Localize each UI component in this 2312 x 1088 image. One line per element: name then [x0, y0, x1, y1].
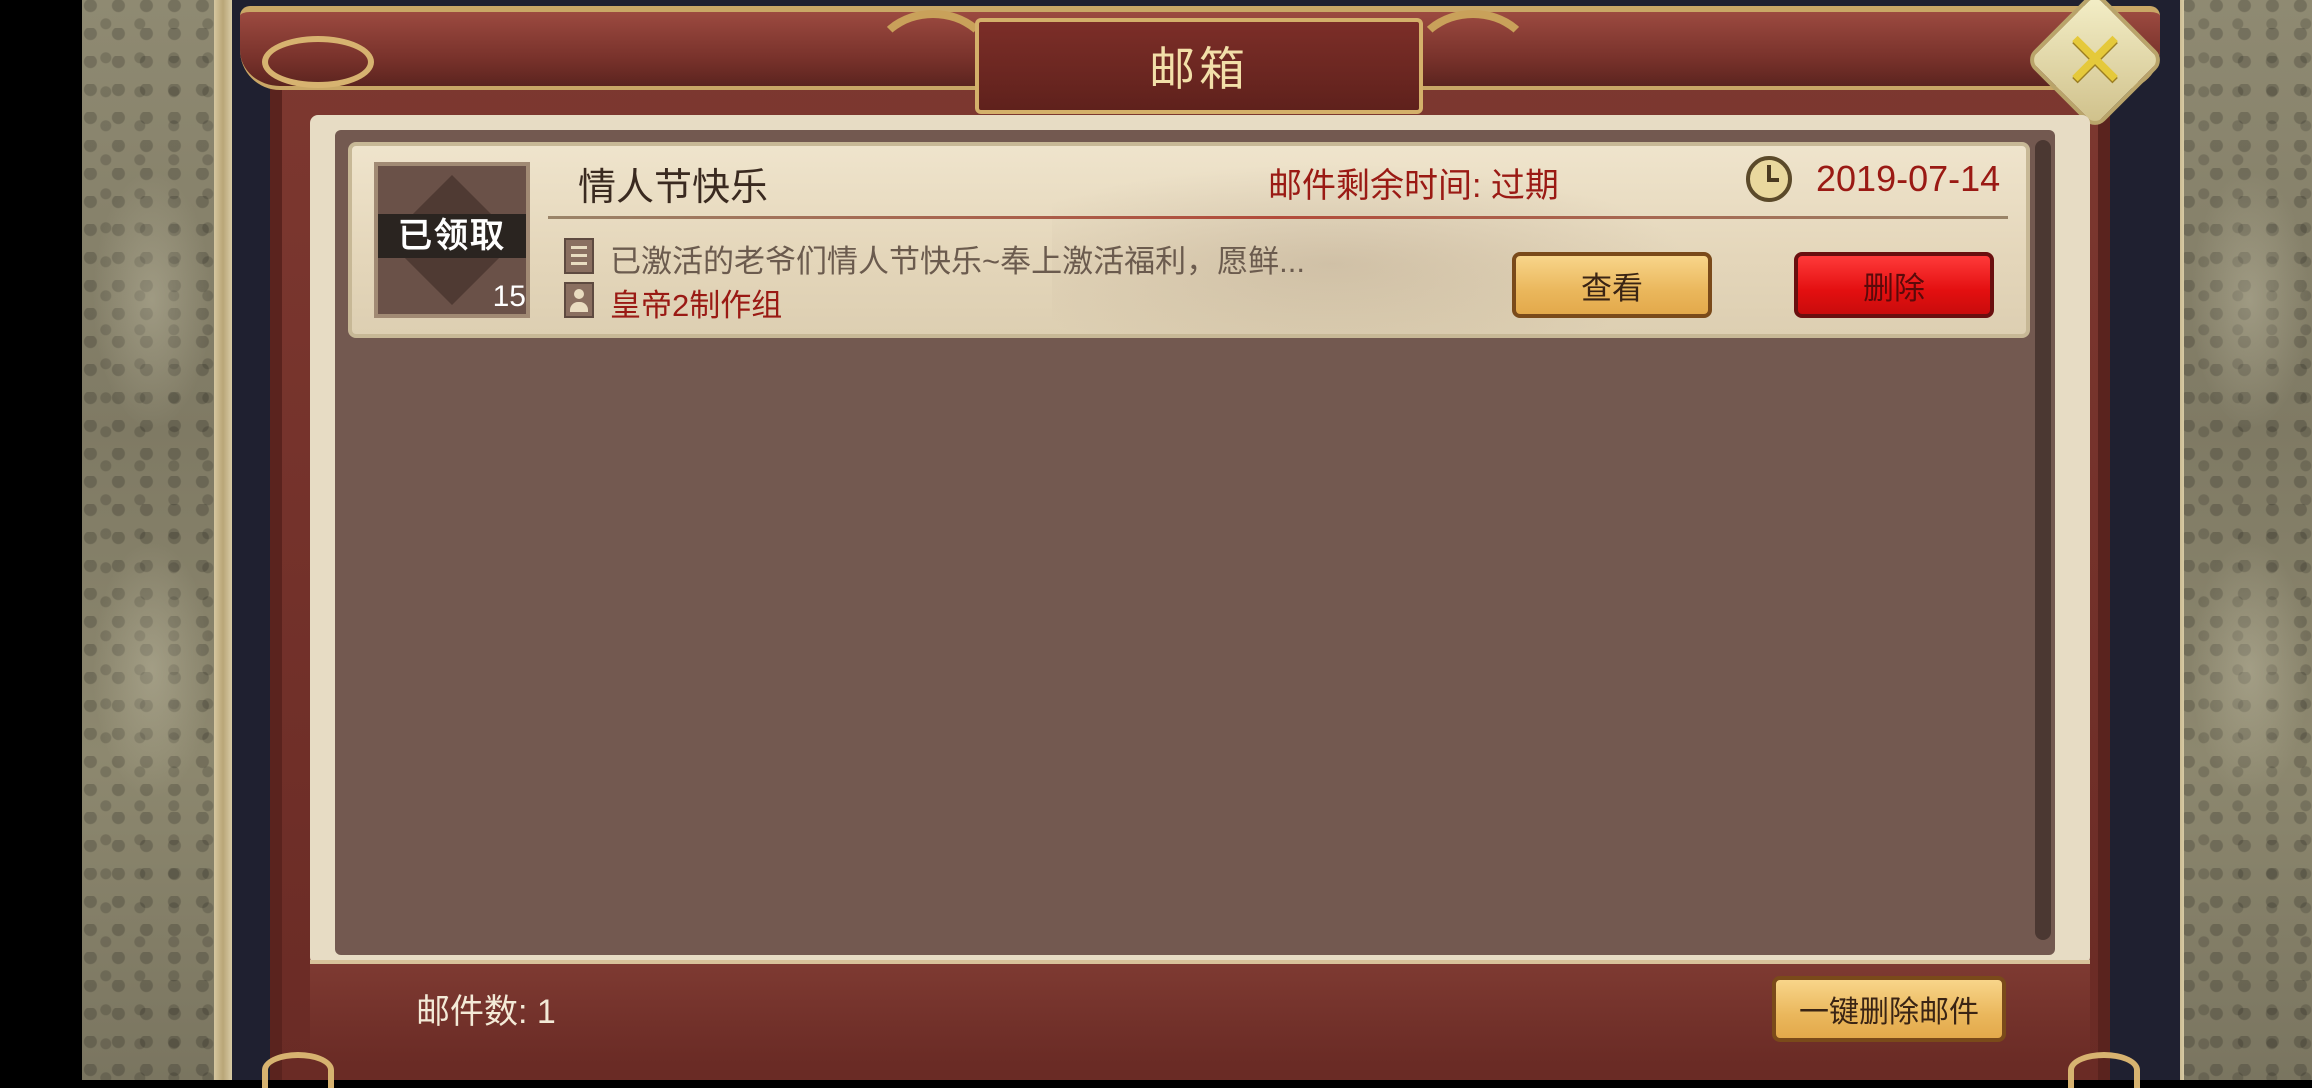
title-divider — [548, 216, 2008, 219]
mail-sender: 皇帝2制作组 — [610, 288, 783, 323]
corner-ornament — [262, 1052, 334, 1088]
right-ornament-wall — [2180, 0, 2312, 1080]
left-ornament-wall — [82, 0, 232, 1080]
close-icon: ✕ — [2062, 15, 2128, 104]
left-pillar — [214, 0, 232, 1080]
dialog-title-plate: 邮箱 — [975, 18, 1423, 114]
mail-count-value: 1 — [536, 993, 556, 1031]
delete-all-label: 一键删除邮件 — [1799, 996, 1979, 1029]
dragon-relief — [2190, 540, 2310, 800]
mail-expire-status: 邮件剩余时间: 过期 — [1268, 158, 1559, 207]
view-button[interactable]: 查看 — [1512, 252, 1712, 318]
view-button-label: 查看 — [1581, 270, 1643, 306]
delete-button[interactable]: 删除 — [1794, 252, 1994, 318]
dragon-relief — [92, 170, 212, 430]
clock-icon — [1746, 156, 1792, 202]
dragon-relief — [92, 540, 212, 800]
roof-curl-ornament — [262, 36, 374, 88]
mail-list-scrollbar[interactable] — [2035, 140, 2051, 940]
mail-preview: 已激活的老爷们情人节快乐~奉上激活福利，愿鲜... — [610, 244, 1305, 279]
mail-date: 2019-07-14 — [1816, 158, 2001, 199]
attachment-count: 15 — [492, 280, 526, 313]
mail-count-label: 邮件数: — [416, 993, 528, 1031]
expire-label: 邮件剩余时间: — [1268, 167, 1482, 205]
sender-icon — [564, 282, 594, 318]
delete-all-mail-button[interactable]: 一键删除邮件 — [1772, 976, 2006, 1042]
corner-ornament — [2068, 1052, 2140, 1088]
mail-count: 邮件数: 1 — [416, 984, 556, 1033]
delete-button-label: 删除 — [1863, 270, 1925, 306]
document-icon — [564, 238, 594, 274]
mail-item[interactable]: 已领取 15 情人节快乐 邮件剩余时间: 过期 2019-07-14 已激活的老… — [348, 142, 2030, 338]
dialog-title: 邮箱 — [1149, 43, 1249, 95]
mail-title: 情人节快乐 — [578, 167, 769, 209]
expire-value: 过期 — [1490, 167, 1559, 205]
title-hook-ornament — [1410, 10, 1536, 116]
dragon-relief — [2190, 170, 2310, 430]
mail-attachment-icon: 已领取 15 — [374, 162, 530, 318]
claimed-stamp: 已领取 — [378, 214, 526, 258]
